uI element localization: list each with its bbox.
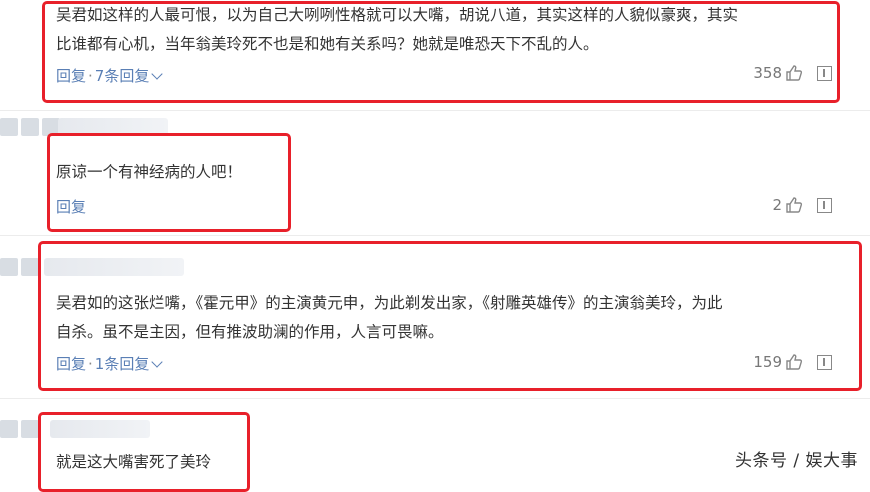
reply-button[interactable]: 回复 (56, 198, 86, 216)
thumbs-up-icon (786, 354, 803, 370)
thumbs-up-icon (786, 65, 803, 81)
like-count: 159 (753, 353, 782, 371)
avatar[interactable] (0, 420, 39, 438)
chevron-down-icon (151, 68, 164, 80)
like-count: 358 (753, 64, 782, 82)
comment-line: 就是这大嘴害死了美玲 (56, 453, 212, 471)
divider (0, 398, 870, 399)
divider (0, 110, 870, 111)
like-button[interactable]: 2 (772, 196, 803, 214)
comment-actions: 回复 · 1条回复 (56, 353, 164, 374)
comment-tools: 159 (753, 353, 832, 371)
report-icon[interactable] (817, 65, 832, 81)
reply-button[interactable]: 回复 (56, 67, 86, 85)
like-button[interactable]: 159 (753, 353, 803, 371)
comment-text: 原谅一个有神经病的人吧！ (56, 158, 242, 187)
view-replies-button[interactable]: 1条回复 (94, 355, 164, 373)
reply-button[interactable]: 回复 (56, 355, 86, 373)
like-count: 2 (772, 196, 782, 214)
comment-line: 吴君如这样的人最可恨，以为自己大咧咧性格就可以大嘴，胡说八道，其实这样的人貌似豪… (56, 6, 739, 24)
comment-line: 自杀。虽不是主因，但有推波助澜的作用，人言可畏嘛。 (56, 323, 444, 341)
comment-tools: 2 (772, 196, 832, 214)
comment-actions: 回复 · 7条回复 (56, 65, 164, 86)
report-icon[interactable] (817, 354, 832, 370)
watermark: 头条号 / 娱大事 (734, 451, 858, 471)
comment-line: 原谅一个有神经病的人吧！ (56, 163, 243, 181)
comment-line: 吴君如的这张烂嘴，《霍元甲》的主演黄元申，为此剃发出家，《射雕英雄传》的主演翁美… (56, 294, 723, 312)
report-icon[interactable] (817, 197, 832, 213)
chevron-down-icon (151, 356, 164, 368)
replies-label: 1条回复 (94, 355, 150, 373)
avatar[interactable] (0, 258, 39, 276)
view-replies-button[interactable]: 7条回复 (94, 67, 164, 85)
like-button[interactable]: 358 (753, 64, 803, 82)
comment-text: 吴君如的这张烂嘴，《霍元甲》的主演黄元申，为此剃发出家，《射雕英雄传》的主演翁美… (56, 289, 723, 347)
comment-line: 比谁都有心机，当年翁美玲死不也是和她有关系吗？她就是唯恐天下不乱的人。 (56, 35, 599, 53)
comment-tools: 358 (753, 64, 832, 82)
comment-actions: 回复 (56, 196, 86, 217)
thumbs-up-icon (786, 197, 803, 213)
comment-text: 吴君如这样的人最可恨，以为自己大咧咧性格就可以大嘴，胡说八道，其实这样的人貌似豪… (56, 1, 738, 59)
divider (0, 235, 870, 236)
comment-text: 就是这大嘴害死了美玲 (56, 448, 211, 477)
replies-label: 7条回复 (94, 67, 150, 85)
